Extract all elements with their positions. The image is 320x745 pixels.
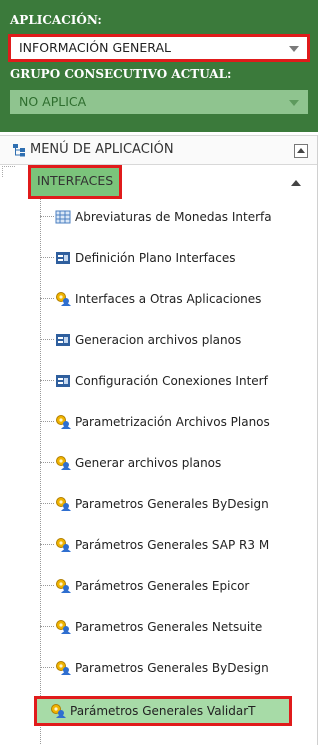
gear-user-icon xyxy=(56,620,71,634)
group-label: GRUPO CONSECUTIVO ACTUAL: xyxy=(10,67,232,81)
menu-item[interactable]: Abreviaturas de Monedas Interfa xyxy=(40,205,287,229)
tree-root-interfaces[interactable]: INTERFACES xyxy=(27,165,123,199)
tree-structure-icon xyxy=(13,144,25,157)
tree-connector xyxy=(40,421,54,422)
gear-user-icon xyxy=(56,456,71,470)
application-panel: APLICACIÓN: INFORMACIÓN GENERAL GRUPO CO… xyxy=(0,0,318,132)
menu-item[interactable]: Parámetros Generales Epicor xyxy=(40,574,287,598)
menu-item[interactable]: Parametros Generales ByDesign xyxy=(40,492,287,516)
gear-user-icon xyxy=(56,661,71,675)
collapse-icon[interactable] xyxy=(294,144,308,158)
menu-item-label: Generacion archivos planos xyxy=(75,333,242,347)
application-select[interactable]: INFORMACIÓN GENERAL xyxy=(8,34,310,62)
menu-item[interactable]: Parámetros Generales SAP R3 M xyxy=(40,533,287,557)
menu-item-label: Parametros Generales ByDesign xyxy=(75,497,269,511)
tree-connector xyxy=(40,626,54,627)
grid-icon xyxy=(55,210,71,224)
tree-connector xyxy=(40,585,54,586)
form-icon xyxy=(56,252,70,264)
chevron-down-icon[interactable] xyxy=(289,100,299,106)
menu-item-label: Definición Plano Interfaces xyxy=(75,251,236,265)
menu-title: MENÚ DE APLICACIÓN xyxy=(30,142,174,157)
tree-connector xyxy=(40,462,54,463)
menu-item-label: Parametros Generales Netsuite xyxy=(75,620,263,634)
tree-connector xyxy=(40,380,54,381)
menu-item-label: Parametrización Archivos Planos xyxy=(75,415,270,429)
tree-connector xyxy=(40,503,54,504)
scroll-up-icon[interactable] xyxy=(290,175,302,193)
menu-item[interactable]: Configuración Conexiones Interf xyxy=(40,369,287,393)
gear-user-icon xyxy=(56,579,71,593)
menu-tree: INTERFACES Abreviaturas de Monedas Inter… xyxy=(0,165,318,745)
gear-user-icon xyxy=(56,497,71,511)
tree-connector xyxy=(40,216,54,217)
form-icon xyxy=(56,375,70,387)
tree-connector xyxy=(40,257,54,258)
menu-item-label: Configuración Conexiones Interf xyxy=(75,374,268,388)
gear-user-icon xyxy=(56,415,71,429)
form-icon xyxy=(56,334,70,346)
group-select-value: NO APLICA xyxy=(19,94,87,109)
tree-connector xyxy=(40,544,54,545)
application-label: APLICACIÓN: xyxy=(10,13,102,27)
tree-connector xyxy=(2,166,15,177)
tree-connector xyxy=(40,339,54,340)
menu-item[interactable]: Generacion archivos planos xyxy=(40,328,287,352)
menu-item-label: Parámetros Generales Epicor xyxy=(75,579,250,593)
application-select-value: INFORMACIÓN GENERAL xyxy=(19,40,171,55)
menu-item-label: Generar archivos planos xyxy=(75,456,222,470)
menu-item[interactable]: Definición Plano Interfaces xyxy=(40,246,287,270)
gear-user-icon xyxy=(56,292,71,306)
menu-item-label: Interfaces a Otras Aplicaciones xyxy=(75,292,262,306)
tree-connector xyxy=(40,667,54,668)
menu-item[interactable]: Generar archivos planos xyxy=(40,451,287,475)
menu-item-label: Abreviaturas de Monedas Interfa xyxy=(75,210,272,224)
menu-item-selected[interactable]: Parámetros Generales ValidarT xyxy=(34,696,292,726)
gear-user-icon xyxy=(51,704,66,718)
menu-item-label: Parámetros Generales ValidarT xyxy=(70,704,256,718)
menu-item-label: Parametros Generales ByDesign xyxy=(75,661,269,675)
menu-item[interactable]: Parametros Generales Netsuite xyxy=(40,615,287,639)
menu-item[interactable]: Parametros Generales ByDesign xyxy=(40,656,287,680)
chevron-down-icon[interactable] xyxy=(289,46,299,52)
menu-header: MENÚ DE APLICACIÓN xyxy=(0,135,318,165)
group-select[interactable]: NO APLICA xyxy=(10,90,308,114)
menu-item-label: Parámetros Generales SAP R3 M xyxy=(75,538,270,552)
gear-user-icon xyxy=(56,538,71,552)
tree-connector xyxy=(40,298,54,299)
menu-item[interactable]: Parametrización Archivos Planos xyxy=(40,410,287,434)
menu-item[interactable]: Interfaces a Otras Aplicaciones xyxy=(40,287,287,311)
